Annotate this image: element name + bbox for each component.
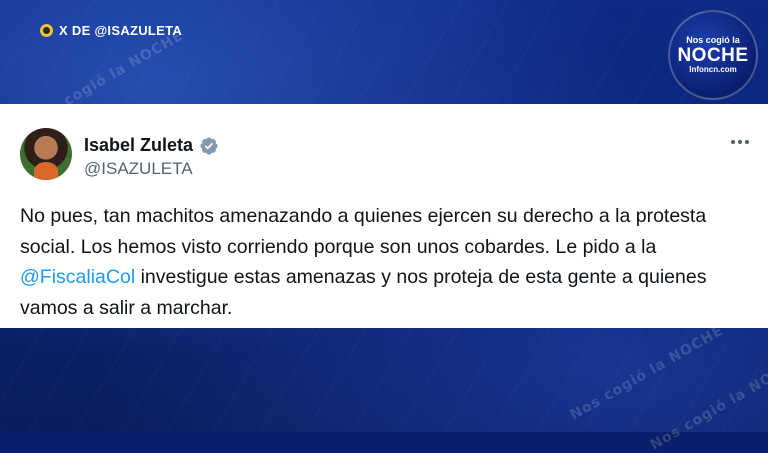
- brand-logo: Nos cogió la NOCHE Infoncn.com: [668, 10, 758, 100]
- post-text: No pues, tan machitos amenazando a quien…: [20, 201, 756, 323]
- more-dot: [738, 140, 742, 144]
- author-row: Isabel Zuleta: [84, 135, 219, 156]
- more-options-icon[interactable]: [728, 132, 752, 152]
- logo-site-text: Infoncn.com: [689, 65, 737, 74]
- x-badge-icon: [40, 24, 53, 37]
- avatar[interactable]: [20, 128, 72, 180]
- post-card: Isabel Zuleta @ISAZULETA No pues, tan ma…: [0, 104, 768, 328]
- author-handle[interactable]: @ISAZULETA: [84, 159, 193, 179]
- logo-main-text: NOCHE: [677, 45, 749, 66]
- post-text-part1: No pues, tan machitos amenazando a quien…: [20, 205, 707, 258]
- source-label-text: X DE @ISAZULETA: [59, 23, 183, 38]
- more-dot: [731, 140, 735, 144]
- mention-link[interactable]: @FiscaliaCol: [20, 266, 135, 288]
- verified-badge-icon: [200, 136, 218, 155]
- more-dot: [745, 140, 749, 144]
- author-name[interactable]: Isabel Zuleta: [84, 135, 193, 156]
- logo-top-text: Nos cogió la: [686, 35, 740, 45]
- source-label: X DE @ISAZULETA: [40, 23, 182, 38]
